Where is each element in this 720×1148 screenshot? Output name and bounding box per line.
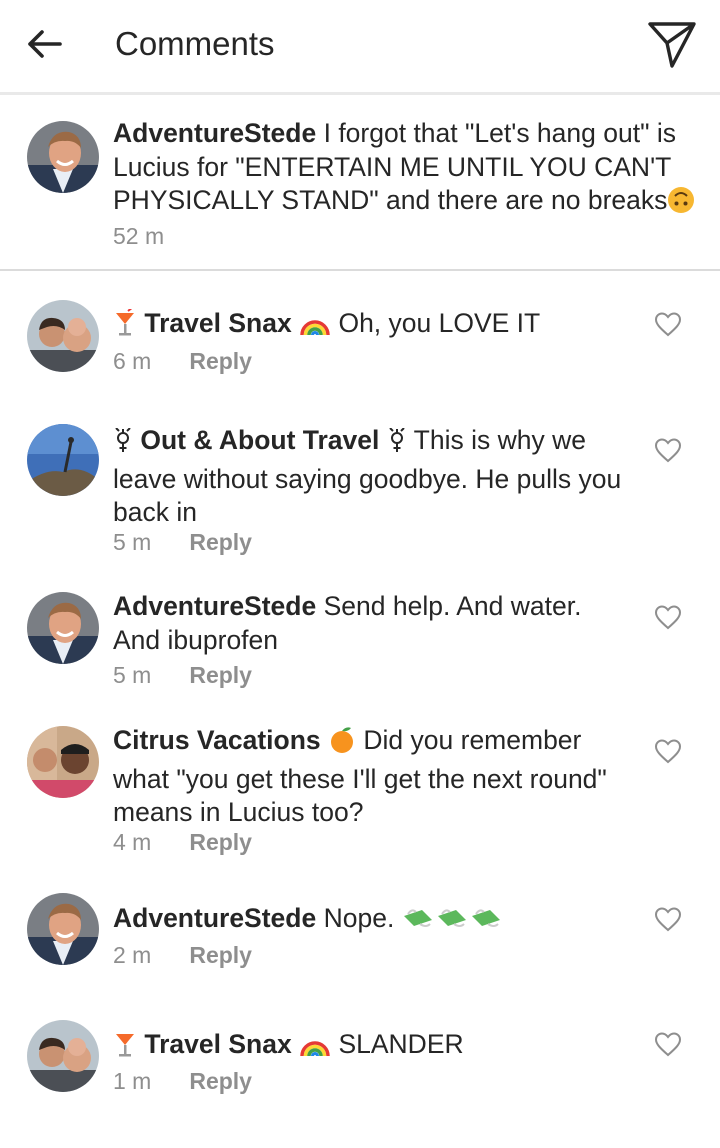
avatar[interactable] — [27, 893, 99, 965]
reply-button[interactable]: Reply — [189, 662, 252, 688]
reply-button[interactable]: Reply — [189, 529, 252, 555]
comment-username[interactable]: Travel Snax — [144, 308, 291, 338]
rainbow-icon — [299, 311, 331, 346]
tangerine-icon — [328, 726, 356, 763]
like-heart-icon[interactable] — [654, 1031, 682, 1057]
comment-text: Out & About Travel This is why we leave … — [113, 424, 633, 530]
comment-text: AdventureStede Nope. — [113, 902, 633, 941]
money-with-wings-icon — [402, 906, 504, 941]
comment-text: Travel Snax Oh, you LOVE IT — [113, 306, 633, 346]
transgender-symbol-icon — [387, 427, 407, 463]
avatar[interactable] — [27, 592, 99, 664]
like-heart-icon[interactable] — [654, 311, 682, 337]
comment-time: 4 m — [113, 829, 152, 855]
like-heart-icon[interactable] — [654, 906, 682, 932]
back-arrow-icon[interactable] — [24, 24, 64, 64]
caption-time: 52 m — [113, 223, 165, 249]
comment-username[interactable]: AdventureStede — [113, 591, 316, 621]
comment-body: Oh, you LOVE IT — [338, 308, 541, 338]
top-bar: Comments — [0, 0, 720, 92]
avatar[interactable] — [27, 300, 99, 372]
comment-meta: 4 m Reply — [113, 828, 252, 856]
comment-time: 5 m — [113, 529, 152, 555]
reply-button[interactable]: Reply — [189, 1068, 252, 1094]
comment-time: 6 m — [113, 348, 152, 374]
reply-button[interactable]: Reply — [189, 942, 252, 968]
comment-meta: 2 m Reply — [113, 941, 252, 969]
comment-time: 1 m — [113, 1068, 152, 1094]
avatar[interactable] — [27, 424, 99, 496]
like-heart-icon[interactable] — [654, 604, 682, 630]
comment-text: Citrus Vacations Did you remember what "… — [113, 724, 633, 830]
comment-username[interactable]: Travel Snax — [144, 1029, 291, 1059]
tropical-drink-icon — [113, 306, 137, 346]
transgender-symbol-icon — [113, 427, 133, 463]
caption-username[interactable]: AdventureStede — [113, 118, 316, 148]
comment-body: SLANDER — [338, 1029, 464, 1059]
post-caption: AdventureStede I forgot that "Let's hang… — [0, 95, 720, 270]
comment-username[interactable]: Out & About Travel — [140, 425, 379, 455]
comment-meta: 1 m Reply — [113, 1067, 252, 1095]
avatar[interactable] — [27, 726, 99, 798]
upside-down-face-icon — [667, 186, 695, 223]
page-title: Comments — [115, 25, 275, 62]
rainbow-icon — [299, 1032, 331, 1067]
like-heart-icon[interactable] — [654, 738, 682, 764]
caption-text: AdventureStede I forgot that "Let's hang… — [113, 117, 711, 223]
comment-meta: 5 m Reply — [113, 528, 252, 556]
comment-time: 2 m — [113, 942, 152, 968]
send-icon[interactable] — [644, 16, 700, 72]
comment-time: 5 m — [113, 662, 152, 688]
comment-text: AdventureStede Send help. And water. And… — [113, 590, 633, 657]
avatar[interactable] — [27, 121, 99, 193]
reply-button[interactable]: Reply — [189, 348, 252, 374]
avatar[interactable] — [27, 1020, 99, 1092]
tropical-drink-icon — [113, 1030, 137, 1067]
comment-username[interactable]: AdventureStede — [113, 903, 316, 933]
comment-meta: 6 m Reply — [113, 347, 252, 375]
comment-body: Nope. — [323, 903, 395, 933]
like-heart-icon[interactable] — [654, 437, 682, 463]
comment-meta: 5 m Reply — [113, 661, 252, 689]
comment-username[interactable]: Citrus Vacations — [113, 725, 321, 755]
comment-text: Travel Snax SLANDER — [113, 1028, 633, 1067]
reply-button[interactable]: Reply — [189, 829, 252, 855]
caption-divider — [0, 269, 720, 271]
